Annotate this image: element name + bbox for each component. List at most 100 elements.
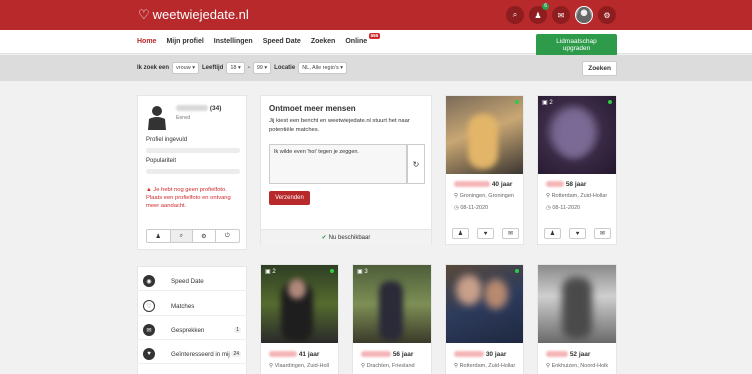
message-textarea[interactable]: Ik wilde even 'hoi' tegen je zeggen. [269, 144, 407, 184]
profile-user-icon[interactable]: ♟ [147, 230, 171, 242]
user-avatar[interactable] [575, 6, 593, 24]
match-photo[interactable] [538, 265, 616, 343]
match-place: Groningen, Groningen [459, 193, 514, 199]
chat-bubble-icon[interactable]: ✉ [502, 228, 519, 239]
profile-name-blurred [176, 105, 208, 112]
view-profile-icon[interactable]: ♟ [544, 228, 561, 239]
match-place: Vlaardingen, Zuid-Holl [274, 363, 329, 369]
location-pin-icon: ⚲ [361, 363, 366, 369]
match-place: Rotterdam, Zuid-Hollar [459, 363, 516, 369]
match-age: 52 jaar [569, 351, 591, 358]
online-count-badge: 555 [368, 33, 381, 39]
like-heart-icon[interactable]: ♥ [477, 228, 494, 239]
message-count-badge: 6 [542, 3, 549, 10]
match-card[interactable]: ▣ 2 41 jaar ⚲ Vlaardingen, Zuid-Holl [260, 264, 339, 374]
sidebar-item-gesprekken[interactable]: ✉ Gesprekken 1 [137, 321, 247, 340]
heart-icon: ♥ [143, 348, 155, 360]
no-photo-warning[interactable]: ▲ Je hebt nog geen profielfoto. Plaats e… [146, 186, 240, 210]
profile-card: (34) Eenvd Profiel ingevuld Populariteit… [137, 95, 247, 250]
match-card[interactable]: 30 jaar ⚲ Rotterdam, Zuid-Hollar [445, 264, 524, 374]
search-icon[interactable]: ⌕ [506, 6, 524, 24]
upgrade-button[interactable]: Lidmaatschap upgraden [536, 34, 617, 56]
settings-gear-icon[interactable]: ⚙ [598, 6, 616, 24]
age-to-select[interactable]: 99 ▾ [252, 62, 272, 74]
location-pin-icon: ⚲ [454, 363, 459, 369]
region-select[interactable]: NL, Alle regio's ▾ [298, 62, 347, 74]
match-place: Enkhuizen, Noord-Holk [551, 363, 609, 369]
match-card[interactable]: ▣ 2 58 jaar ⚲ Rotterdam, Zuid-Hollar ◷ 0… [537, 95, 617, 245]
search-button[interactable]: Zoeken [582, 61, 617, 76]
top-bar: ♡ weetwiejedate.nl ⌕ ♟ 6 ✉ ⚙ [0, 0, 752, 30]
match-date: ◷ 08-11-2020 [546, 205, 580, 211]
match-photo[interactable]: ▣ 3 [353, 265, 431, 343]
match-photo[interactable]: ▣ 2 [261, 265, 338, 343]
logout-power-icon[interactable]: ⏻ [216, 230, 239, 242]
meet-people-card: Ontmoet meer mensen Jij kiest een berich… [260, 95, 432, 245]
warning-text: Je hebt nog geen profielfoto. Plaats een… [146, 187, 231, 209]
leeftijd-label: Leeftijd [201, 65, 224, 71]
profile-age: (34) [209, 105, 222, 112]
sidebar-item-interested[interactable]: ♥ Geïnteresseerd in mij 24 [137, 345, 247, 364]
online-status-dot [515, 100, 519, 104]
match-name-age: 52 jaar [546, 351, 590, 358]
photo-count: ▣ 2 [542, 100, 553, 106]
view-profile-icon[interactable]: ♟ [452, 228, 469, 239]
match-photo[interactable]: ▣ 2 [538, 96, 616, 174]
match-name-age: 58 jaar [546, 181, 586, 188]
location-pin-icon: ⚲ [546, 363, 551, 369]
match-date: ◷ 08-11-2020 [454, 205, 488, 211]
popularity-bar [146, 169, 240, 174]
sidebar-item-speed-date[interactable]: ◉ Speed Date [137, 272, 247, 291]
match-age: 41 jaar [298, 351, 320, 358]
sidebar-item-label: Matches [171, 302, 195, 310]
profile-settings-icon[interactable]: ⚙ [193, 230, 216, 242]
conversation-count: 1 [234, 327, 241, 333]
photo-count-value: 2 [549, 100, 553, 106]
locatie-label: Locatie [274, 65, 296, 71]
location-pin-icon: ⚲ [454, 193, 459, 199]
nav-speed-date[interactable]: Speed Date [263, 38, 301, 45]
mail-icon[interactable]: ✉ [552, 6, 570, 24]
send-button[interactable]: Verzenden [269, 191, 310, 205]
match-card[interactable]: ▣ 3 56 jaar ⚲ Drachten, Friesland [352, 264, 432, 374]
notifications-icon[interactable]: ♟ 6 [529, 3, 549, 24]
match-name-age: 56 jaar [361, 351, 413, 358]
sidebar-item-matches[interactable]: ♡ Matches [137, 297, 247, 316]
logo[interactable]: ♡ weetwiejedate.nl [138, 7, 249, 22]
match-age: 58 jaar [565, 181, 587, 188]
match-card[interactable]: 52 jaar ⚲ Enkhuizen, Noord-Holk [537, 264, 617, 374]
sidebar-item-label: Speed Date [171, 277, 204, 285]
match-name-age: 40 jaar [454, 181, 512, 188]
profile-search-icon[interactable]: ⌕ [170, 230, 194, 242]
popularity-label: Populariteit [146, 158, 177, 164]
nav-home[interactable]: Home [137, 38, 156, 45]
refresh-message-icon[interactable]: ↻ [407, 144, 425, 184]
nav-instellingen[interactable]: Instellingen [214, 38, 253, 45]
match-date-value: 08-11-2020 [552, 205, 581, 211]
match-name-age: 30 jaar [454, 351, 506, 358]
photo-count: ▣ 2 [265, 269, 276, 275]
match-card[interactable]: 40 jaar ⚲ Groningen, Groningen ◷ 08-11-2… [445, 95, 524, 245]
like-heart-icon[interactable]: ♥ [569, 228, 586, 239]
match-place: Rotterdam, Zuid-Hollar [551, 193, 608, 199]
match-age: 40 jaar [491, 181, 513, 188]
match-name-age: 41 jaar [269, 351, 319, 358]
default-profile-avatar-icon [148, 106, 166, 130]
nav-zoeken[interactable]: Zoeken [311, 38, 336, 45]
nav-mijn-profiel[interactable]: Mijn profiel [166, 38, 203, 45]
profile-action-group: ♟ ⌕ ⚙ ⏻ [146, 229, 240, 243]
nav-online[interactable]: Online 555 [345, 33, 381, 45]
profile-complete-bar [146, 148, 240, 153]
age-from-value: 18 [230, 65, 237, 71]
nav-online-label: Online [345, 38, 368, 45]
match-photo[interactable] [446, 265, 523, 343]
age-from-select[interactable]: 18 ▾ [226, 62, 245, 74]
profile-name-row: (34) [176, 105, 221, 112]
chat-bubble-icon[interactable]: ✉ [594, 228, 611, 239]
clock-icon: ◷ [454, 205, 459, 211]
match-location: ⚲ Groningen, Groningen [454, 193, 514, 199]
location-pin-icon: ⚲ [546, 193, 551, 199]
match-location: ⚲ Vlaardingen, Zuid-Holl [269, 363, 329, 369]
gender-select[interactable]: vrouw ▾ [172, 62, 199, 74]
match-photo[interactable] [446, 96, 523, 174]
